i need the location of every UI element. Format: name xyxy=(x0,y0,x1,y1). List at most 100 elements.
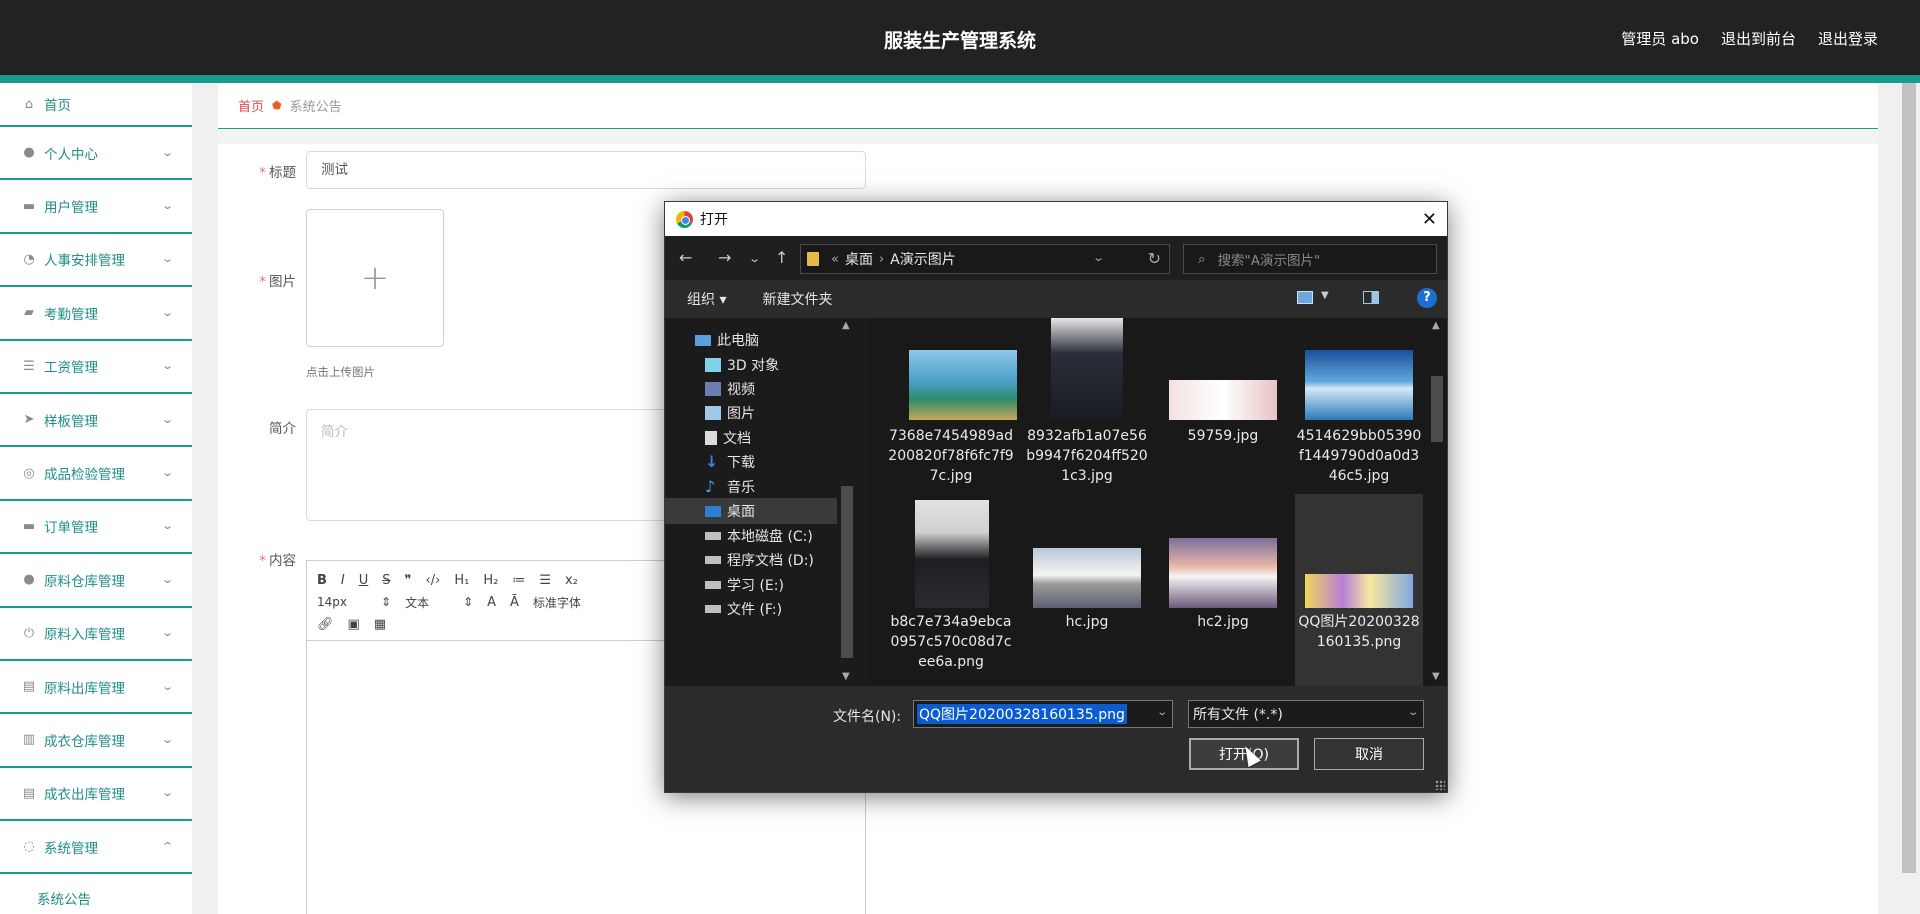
up-icon[interactable]: ↑ xyxy=(775,248,788,267)
file-item-selected[interactable]: QQ图片20200328160135.png xyxy=(1295,494,1423,686)
file-item[interactable]: b8c7e734a9ebca0957c570c08d7cee6a.png xyxy=(887,500,1015,686)
filename-input[interactable]: QQ图片20200328160135.png ⌄ xyxy=(913,700,1173,728)
font-color-icon[interactable]: A xyxy=(487,595,496,610)
sidebar-item-system[interactable]: ◌ 系统管理 ⌃ xyxy=(0,821,192,875)
bold-icon[interactable]: B xyxy=(317,573,327,588)
search-input[interactable]: ⌕ 搜索"A演示图片" xyxy=(1183,244,1437,274)
sidebar-item-home[interactable]: ⌂ 首页 xyxy=(0,83,192,127)
refresh-icon[interactable]: ↻ xyxy=(1148,249,1161,268)
tree-scrollbar[interactable]: ▲ ▼ xyxy=(837,318,857,686)
underline-icon[interactable]: U xyxy=(359,573,369,588)
sidebar-item-label: 成品检验管理 xyxy=(44,467,125,484)
file-item[interactable]: 59759.jpg xyxy=(1159,318,1287,490)
scroll-down-icon[interactable]: ▼ xyxy=(842,671,850,682)
sidebar-item-material-warehouse[interactable]: ● 原料仓库管理 ⌄ xyxy=(0,554,192,608)
font-family-select[interactable]: 标准字体 xyxy=(533,594,581,611)
file-list-scrollbar[interactable]: ▲ ▼ xyxy=(1427,318,1447,686)
close-icon[interactable]: ✕ xyxy=(1422,209,1437,230)
image-upload-button[interactable]: + xyxy=(306,209,444,347)
new-folder-button[interactable]: 新建文件夹 xyxy=(762,289,832,309)
tree-item-videos[interactable]: 视频 xyxy=(665,376,837,402)
sidebar-item-material-in[interactable]: ⏻ 原料入库管理 ⌄ xyxy=(0,608,192,661)
sidebar-subitem-announcement[interactable]: 系统公告 xyxy=(0,874,192,914)
file-item[interactable]: hc.jpg xyxy=(1023,500,1151,686)
sidebar-item-garment-out[interactable]: ▤ 成衣出库管理 ⌄ xyxy=(0,768,192,822)
back-icon[interactable]: ← xyxy=(679,248,692,267)
tree-item-this-pc[interactable]: 此电脑 xyxy=(665,327,837,353)
sidebar-item-personal-center[interactable]: ● 个人中心 ⌄ xyxy=(0,127,192,181)
filetype-select[interactable]: 所有文件 (*.*) ⌄ xyxy=(1188,700,1424,728)
tree-item-pictures[interactable]: 图片 xyxy=(665,400,837,426)
forward-icon[interactable]: → xyxy=(718,248,731,267)
scroll-up-icon[interactable]: ▲ xyxy=(1432,320,1440,331)
chevron-down-icon: ⌄ xyxy=(160,466,174,480)
image-icon[interactable]: ▣ xyxy=(348,617,360,632)
drive-icon xyxy=(705,581,721,589)
bullet-list-icon[interactable]: ☰ xyxy=(539,573,551,588)
sidebar-item-hr[interactable]: ◔ 人事安排管理 ⌄ xyxy=(0,234,192,288)
tree-item-music[interactable]: ♪ 音乐 xyxy=(665,474,837,500)
chevron-down-icon[interactable]: ⌄ xyxy=(1092,251,1105,264)
view-mode-icon[interactable] xyxy=(1297,291,1313,304)
path-folder[interactable]: A演示图片 xyxy=(890,249,956,269)
strikethrough-icon[interactable]: S xyxy=(382,573,390,588)
sidebar-item-garment-warehouse[interactable]: ▥ 成衣仓库管理 ⌄ xyxy=(0,714,192,768)
link-icon[interactable]: 🔗︎ xyxy=(317,617,334,632)
page-scrollbar[interactable] xyxy=(1898,83,1920,914)
file-item[interactable]: hc2.jpg xyxy=(1159,500,1287,686)
frontend-link[interactable]: 退出到前台 xyxy=(1721,28,1796,49)
code-icon[interactable]: ‹/› xyxy=(426,573,441,588)
video-icon[interactable]: ▦ xyxy=(374,617,386,632)
sidebar-item-label: 个人中心 xyxy=(44,146,98,163)
admin-user-link[interactable]: 管理员 abo xyxy=(1621,28,1699,49)
heading1-icon[interactable]: H₁ xyxy=(454,573,469,588)
file-item[interactable]: 7368e7454989ad200820f78f6fc7f97c.jpg xyxy=(887,318,1017,490)
view-dropdown-icon[interactable]: ▼ xyxy=(1321,290,1329,301)
quote-icon[interactable]: ❞ xyxy=(405,573,412,588)
sidebar-item-material-out[interactable]: ▤ 原料出库管理 ⌄ xyxy=(0,661,192,715)
subscript-icon[interactable]: x₂ xyxy=(565,573,578,588)
title-input[interactable]: 测试 xyxy=(306,151,866,189)
tree-item-downloads[interactable]: ↓ 下载 xyxy=(665,449,837,475)
top-header: 服装生产管理系统 管理员 abo 退出到前台 退出登录 xyxy=(0,0,1920,75)
logout-link[interactable]: 退出登录 xyxy=(1818,28,1878,49)
sidebar-item-samples[interactable]: ➤ 样板管理 ⌄ xyxy=(0,394,192,448)
resize-grip-icon[interactable] xyxy=(1435,780,1445,790)
sidebar-item-salary[interactable]: ☰ 工资管理 ⌄ xyxy=(0,341,192,394)
monitor-icon: ▬ xyxy=(22,198,36,214)
sidebar-item-orders[interactable]: ▬ 订单管理 ⌄ xyxy=(0,501,192,555)
ordered-list-icon[interactable]: ≔ xyxy=(512,573,525,588)
sidebar-item-inspection[interactable]: ◎ 成品检验管理 ⌄ xyxy=(0,447,192,501)
help-icon[interactable]: ? xyxy=(1417,288,1437,308)
breadcrumb-home[interactable]: 首页 xyxy=(238,96,264,115)
tree-item-drive-c[interactable]: 本地磁盘 (C:) xyxy=(665,523,837,549)
tree-item-documents[interactable]: 文档 xyxy=(665,425,837,451)
recent-dropdown-icon[interactable]: ⌄ xyxy=(748,252,761,265)
path-desktop[interactable]: 桌面 xyxy=(845,249,873,269)
preview-pane-icon[interactable] xyxy=(1363,291,1379,304)
file-item[interactable]: 8932afb1a07e56b9947f6204ff5201c3.jpg xyxy=(1023,318,1151,490)
scroll-up-icon[interactable]: ▲ xyxy=(842,320,850,331)
font-size-select[interactable]: 14px ⇕ xyxy=(317,595,391,609)
breadcrumb-current: 系统公告 xyxy=(289,100,342,115)
tree-item-desktop[interactable]: 桌面 xyxy=(665,498,837,524)
drive-icon xyxy=(705,605,721,613)
text-type-select[interactable]: 文本 ⇕ xyxy=(405,594,473,611)
address-bar[interactable]: « 桌面 › A演示图片 ⌄ ↻ xyxy=(800,244,1170,274)
tree-item-3d-objects[interactable]: 3D 对象 xyxy=(665,352,837,378)
tree-item-drive-f[interactable]: 文件 (F:) xyxy=(665,596,837,622)
tree-item-drive-e[interactable]: 学习 (E:) xyxy=(665,572,837,598)
tree-item-drive-d[interactable]: 程序文档 (D:) xyxy=(665,547,837,573)
sidebar-item-label: 成衣出库管理 xyxy=(44,787,125,804)
cancel-button[interactable]: 取消 xyxy=(1314,738,1424,770)
sidebar-item-attendance[interactable]: ▰ 考勤管理 ⌄ xyxy=(0,287,192,341)
italic-icon[interactable]: I xyxy=(341,573,345,588)
file-item[interactable]: 4514629bb05390f1449790d0a0d346c5.jpg xyxy=(1295,318,1423,490)
scroll-down-icon[interactable]: ▼ xyxy=(1432,671,1440,682)
sidebar-item-users[interactable]: ▬ 用户管理 ⌄ xyxy=(0,180,192,234)
target-icon: ◎ xyxy=(23,465,35,481)
background-color-icon[interactable]: Ā xyxy=(510,595,519,610)
chevron-down-icon[interactable]: ⌄ xyxy=(1156,707,1168,718)
heading2-icon[interactable]: H₂ xyxy=(483,573,498,588)
organize-button[interactable]: 组织 ▾ xyxy=(687,289,726,309)
